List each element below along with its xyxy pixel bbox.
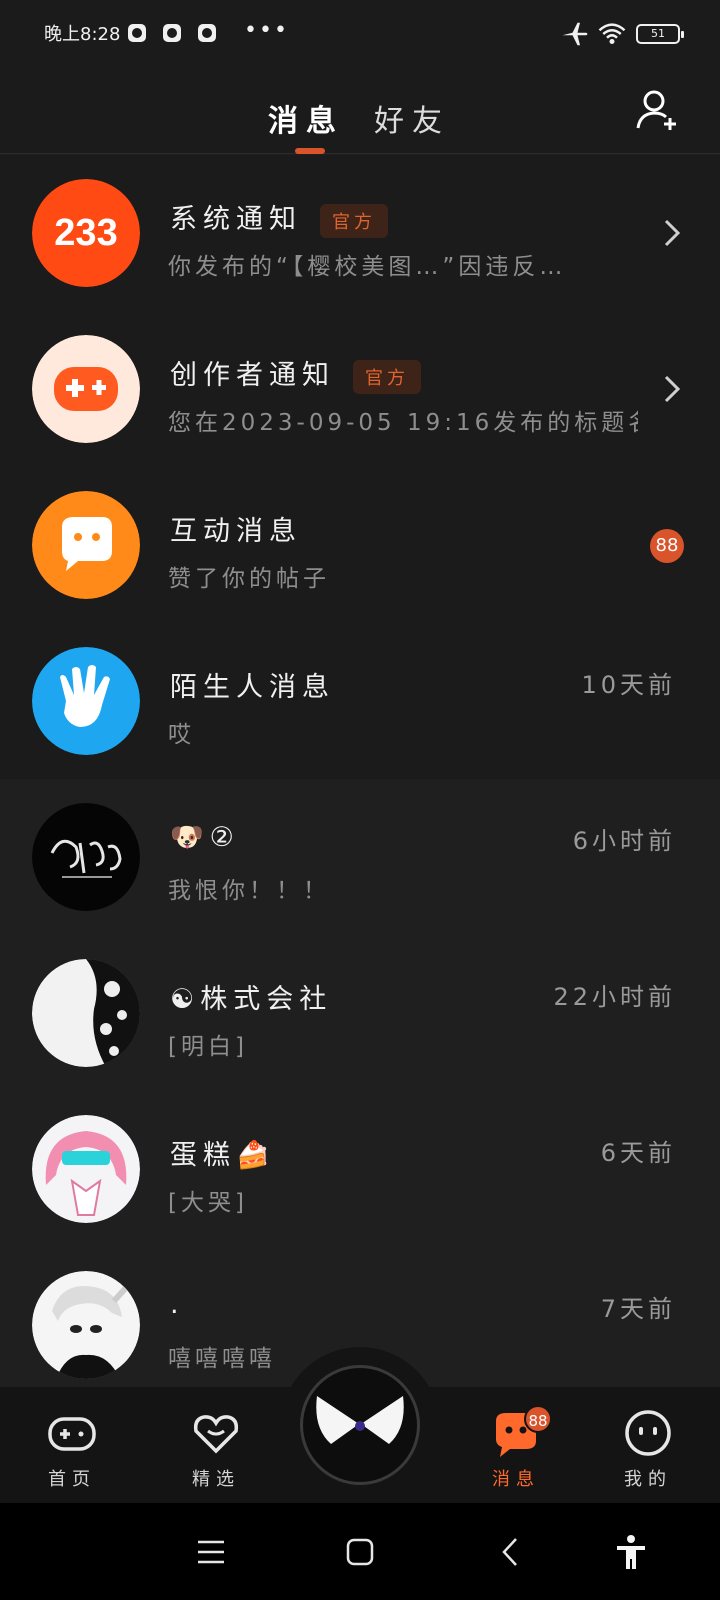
heart-icon	[193, 1415, 239, 1454]
nav-label: 消息	[492, 1469, 540, 1490]
user-avatar	[32, 1115, 140, 1223]
nav-unread-badge: 88	[524, 1405, 552, 1433]
nav-label: 精选	[192, 1469, 240, 1490]
header: 消息 好友	[0, 66, 720, 154]
conversation-title: 互动消息	[170, 509, 302, 548]
creator-avatar	[32, 335, 140, 443]
system-navigation-bar	[0, 1503, 720, 1600]
gamepad-avatar-icon	[32, 335, 140, 443]
user-avatar	[32, 959, 140, 1067]
conversation-time: 6天前	[600, 1139, 676, 1167]
airplane-mode-icon	[562, 22, 588, 46]
notification-app-icon	[198, 24, 216, 42]
conversation-time: 7天前	[600, 1295, 676, 1323]
avatar-text: 233	[54, 212, 117, 254]
conversation-title: 🐶②	[170, 821, 240, 853]
conversation-preview: 赞了你的帖子	[168, 566, 330, 592]
notification-app-icon	[128, 24, 146, 42]
tab-messages[interactable]: 消息	[268, 96, 344, 140]
message-row-user[interactable]: 蛋糕🍰 [大哭] 6天前	[0, 1091, 720, 1247]
conversation-time: 6小时前	[572, 827, 676, 855]
nav-label: 我的	[624, 1469, 672, 1490]
home-icon[interactable]	[341, 1533, 379, 1571]
conversation-name: ☯株式会社	[170, 984, 333, 1015]
status-bar: 晚上8:28 ••• 51	[0, 0, 720, 66]
nav-featured[interactable]: 精选	[166, 1407, 266, 1497]
user-avatar	[32, 1271, 140, 1379]
butterfly-pattern-avatar-icon	[32, 959, 140, 1067]
waving-hand-avatar-icon	[32, 647, 140, 755]
message-row-user[interactable]: 🐶② 我恨你！！！ 6小时前	[0, 779, 720, 935]
chevron-right-icon	[664, 375, 681, 403]
conversation-time: 10天前	[581, 671, 676, 699]
conversation-preview: [明白]	[168, 1034, 248, 1060]
battery-level: 51	[651, 27, 665, 40]
system-avatar: 233	[32, 179, 140, 287]
message-row-creator-notice[interactable]: 创作者通知 官方 您在2023-09-05 19:16发布的标题名…	[0, 311, 720, 467]
bottom-navigation: 首页 精选 88 消息 我的	[0, 1347, 720, 1503]
conversation-name: 创作者通知	[170, 360, 335, 391]
message-row-system-notice[interactable]: 233 系统通知 官方 你发布的“【樱校美图…”因违反…	[0, 155, 720, 311]
conversation-title: 创作者通知 官方	[170, 353, 421, 394]
conversation-name: 蛋糕🍰	[170, 1140, 276, 1171]
logo-233-icon: 233	[32, 179, 140, 287]
nav-profile[interactable]: 我的	[598, 1407, 698, 1497]
conversation-preview: 我恨你！！！	[168, 878, 330, 904]
official-badge: 官方	[353, 359, 421, 394]
pink-hair-character-avatar-icon	[32, 1115, 140, 1223]
conversation-name: 系统通知	[170, 204, 302, 235]
message-row-interactions[interactable]: 互动消息 赞了你的帖子 88	[0, 467, 720, 623]
butterfly-icon	[316, 1396, 404, 1444]
white-hair-character-avatar-icon	[32, 1271, 140, 1379]
chat-bubble-avatar-icon	[32, 491, 140, 599]
add-user-icon[interactable]	[634, 86, 682, 134]
strangers-avatar	[32, 647, 140, 755]
conversation-title: 蛋糕🍰	[170, 1133, 276, 1172]
more-notifications-icon: •••	[244, 18, 289, 43]
back-icon[interactable]	[492, 1533, 530, 1571]
conversation-title: ☯株式会社	[170, 977, 332, 1016]
conversation-name: 互动消息	[170, 516, 302, 547]
conversation-preview: 你发布的“【樱校美图…”因违反…	[168, 254, 567, 280]
notification-app-icon	[163, 24, 181, 42]
conversation-preview: 哎	[168, 722, 195, 748]
wifi-icon	[598, 23, 626, 44]
dark-logo-avatar-icon	[32, 803, 140, 911]
conversation-preview: 您在2023-09-05 19:16发布的标题名…	[168, 410, 638, 436]
face-icon	[625, 1410, 671, 1456]
nav-messages[interactable]: 88 消息	[466, 1405, 566, 1497]
official-badge: 官方	[320, 203, 388, 238]
chevron-right-icon	[664, 219, 681, 247]
message-row-user[interactable]: ☯株式会社 [明白] 22小时前	[0, 935, 720, 1091]
conversation-name: .	[170, 1289, 185, 1320]
conversation-name: 陌生人消息	[170, 672, 335, 703]
conversation-title: .	[170, 1289, 185, 1320]
conversation-preview: [大哭]	[168, 1190, 248, 1216]
conversation-time: 22小时前	[553, 983, 676, 1011]
battery-icon: 51	[636, 24, 684, 44]
accessibility-icon[interactable]	[612, 1533, 650, 1571]
interactions-avatar	[32, 491, 140, 599]
nav-label: 首页	[48, 1469, 96, 1490]
conversation-title: 系统通知 官方	[170, 197, 388, 238]
status-time: 晚上8:28	[44, 24, 121, 45]
active-tab-indicator	[295, 148, 325, 154]
conversation-name: 🐶②	[170, 822, 240, 853]
unread-count-badge: 88	[650, 529, 684, 563]
message-row-strangers[interactable]: 陌生人消息 哎 10天前	[0, 623, 720, 779]
nav-home[interactable]: 首页	[22, 1407, 122, 1497]
menu-icon[interactable]	[192, 1533, 230, 1571]
conversation-title: 陌生人消息	[170, 665, 335, 704]
tab-friends[interactable]: 好友	[374, 96, 450, 140]
conversation-preview: 嘻嘻嘻嘻	[168, 1346, 276, 1372]
gamepad-icon	[48, 1417, 96, 1451]
message-list: 233 系统通知 官方 你发布的“【樱校美图…”因违反… 创作者通知 官方 您在20…	[0, 155, 720, 1387]
center-action-button[interactable]	[300, 1365, 420, 1485]
user-avatar	[32, 803, 140, 911]
